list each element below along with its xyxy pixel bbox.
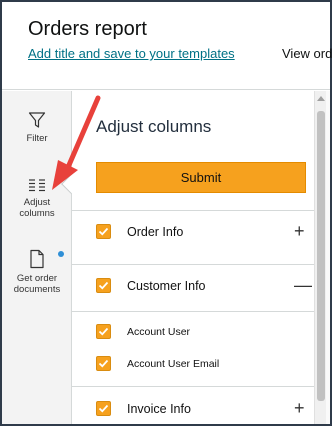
column-group-label: Order Info xyxy=(127,224,184,239)
column-group-order-info[interactable]: Order Info xyxy=(96,224,183,239)
notification-dot xyxy=(58,251,64,257)
document-icon xyxy=(30,249,44,269)
sidebar-item-filter[interactable]: Filter xyxy=(2,111,72,144)
columns-icon xyxy=(29,179,45,192)
checkmark-icon xyxy=(98,227,109,236)
checkmark-icon xyxy=(98,359,109,368)
sidebar-item-label: Get order documents xyxy=(13,273,61,295)
invoice-info-checkbox[interactable] xyxy=(96,401,111,416)
divider xyxy=(72,264,314,265)
column-label: Account User Email xyxy=(127,357,220,370)
checkmark-icon xyxy=(98,327,109,336)
adjust-columns-panel: Adjust columns Submit Order Info + Custo… xyxy=(61,91,314,424)
order-info-checkbox[interactable] xyxy=(96,224,111,239)
expand-order-info-icon[interactable]: + xyxy=(294,222,305,240)
sidebar-item-label: Filter xyxy=(26,133,48,144)
column-account-user-email[interactable]: Account User Email xyxy=(96,356,219,371)
customer-info-checkbox[interactable] xyxy=(96,278,111,293)
background-table-edge xyxy=(326,91,330,424)
view-orders-link[interactable]: View orde xyxy=(282,46,332,61)
checkmark-icon xyxy=(98,404,109,413)
panel-scrollbar[interactable] xyxy=(314,91,326,424)
report-header: Orders report Add title and save to your… xyxy=(2,2,332,90)
checkmark-icon xyxy=(98,281,109,290)
divider xyxy=(72,210,314,211)
divider xyxy=(72,311,314,312)
column-group-customer-info[interactable]: Customer Info xyxy=(96,278,206,293)
column-group-label: Invoice Info xyxy=(127,401,191,416)
submit-button[interactable]: Submit xyxy=(96,162,306,193)
sidebar-item-label: Adjust columns xyxy=(19,197,55,219)
add-title-link[interactable]: Add title and save to your templates xyxy=(28,46,235,61)
page-title: Orders report xyxy=(28,18,147,40)
column-account-user[interactable]: Account User xyxy=(96,324,190,339)
account-user-email-checkbox[interactable] xyxy=(96,356,111,371)
column-label: Account User xyxy=(127,325,191,338)
account-user-checkbox[interactable] xyxy=(96,324,111,339)
column-group-label: Customer Info xyxy=(127,278,206,293)
sidebar-item-get-order-documents[interactable]: Get order documents xyxy=(2,249,72,295)
sidebar: Filter Adjust columns Get order document… xyxy=(2,91,72,424)
scroll-up-arrow-icon[interactable] xyxy=(317,96,325,101)
column-group-invoice-info[interactable]: Invoice Info xyxy=(96,401,191,416)
expand-invoice-info-icon[interactable]: + xyxy=(294,399,305,417)
scroll-thumb[interactable] xyxy=(317,111,325,401)
divider xyxy=(72,386,314,387)
panel-title: Adjust columns xyxy=(96,117,212,136)
collapse-customer-info-icon[interactable]: — xyxy=(294,276,312,294)
filter-icon xyxy=(28,112,46,128)
